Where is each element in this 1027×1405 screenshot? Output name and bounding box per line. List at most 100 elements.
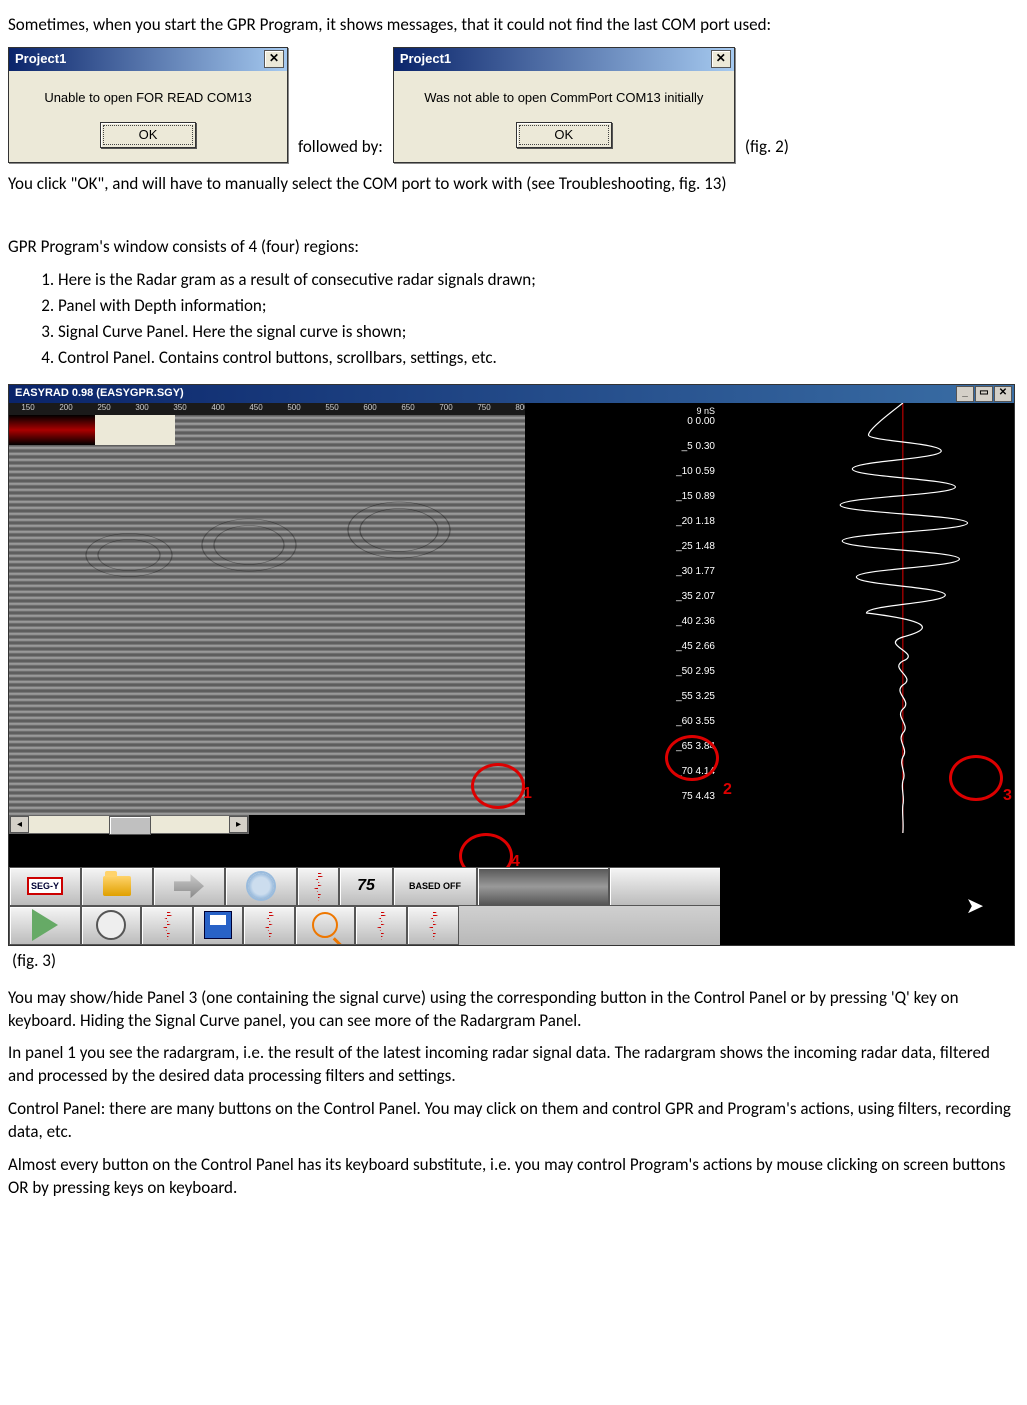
waveform-icon [418, 910, 448, 940]
segy-button[interactable]: SEG-Y [9, 867, 81, 906]
regions-intro: GPR Program's window consists of 4 (four… [8, 236, 1019, 259]
depth-tick: _15 0.89 [676, 490, 715, 504]
numeric-value[interactable]: 75 [339, 867, 393, 906]
ruler-tick: 650 [389, 403, 427, 415]
regions-list: Here is the Radar gram as a result of co… [8, 269, 1019, 370]
folder-icon [103, 876, 131, 896]
scroll-right-icon[interactable]: ▸ [229, 816, 248, 833]
control-panel-right: ➤ [720, 867, 1014, 945]
segy-icon: SEG-Y [27, 877, 63, 895]
depth-tick: 75 4.43 [682, 790, 715, 804]
fig-3-caption: (fig. 3) [12, 950, 1019, 973]
save-button[interactable] [193, 906, 243, 945]
annotation-circle-2 [665, 735, 719, 781]
list-item: Control Panel. Contains control buttons,… [58, 347, 1019, 370]
waveform-icon [303, 871, 333, 901]
ruler-tick: 700 [427, 403, 465, 415]
annotation-circle-3 [949, 755, 1003, 801]
ruler-tick: 250 [85, 403, 123, 415]
waveform-3-button[interactable] [243, 906, 295, 945]
gear-icon [246, 871, 276, 901]
annotation-circle-1 [471, 763, 525, 809]
depth-tick: _20 1.18 [676, 515, 715, 529]
waveform-icon [152, 910, 182, 940]
depth-tick: _55 3.25 [676, 690, 715, 704]
waveform-2-button[interactable] [141, 906, 193, 945]
scroll-left-icon[interactable]: ◂ [10, 816, 29, 833]
depth-tick: _35 2.07 [676, 590, 715, 604]
ruler-tick: 200 [47, 403, 85, 415]
para-keyboard: Almost every button on the Control Panel… [8, 1154, 1019, 1200]
radargram-topblock [95, 415, 175, 445]
annotation-label-1: 1 [523, 783, 532, 805]
depth-tick: 0 0.00 [687, 415, 715, 429]
settings-button[interactable] [225, 867, 297, 906]
radargram-panel[interactable] [9, 415, 525, 815]
waveform-button[interactable] [297, 867, 339, 906]
control-panel: SEG-Y 75 BASED OFF [9, 867, 1014, 945]
app-titlebar: EASYRAD 0.98 (EASYGPR.SGY) _ ▭ ✕ [9, 385, 1014, 403]
dialog-2-body: Was not able to open CommPort COM13 init… [394, 71, 734, 117]
fig-2-ref: (fig. 2) [745, 136, 789, 163]
depth-tick: _50 2.95 [676, 665, 715, 679]
after-dialogs-text: You click "OK", and will have to manuall… [8, 173, 1019, 196]
dialog-2-title: Project1 [400, 50, 451, 68]
intro-text: Sometimes, when you start the GPR Progra… [8, 14, 1019, 37]
zoom-button[interactable] [295, 906, 355, 945]
dialog-1-body: Unable to open FOR READ COM13 [9, 71, 287, 117]
depth-tick: _30 1.77 [676, 565, 715, 579]
dialog-1-title: Project1 [15, 50, 66, 68]
minimize-icon[interactable]: _ [956, 386, 974, 402]
list-item: Panel with Depth information; [58, 295, 1019, 318]
depth-tick: _10 0.59 [676, 465, 715, 479]
ruler-tick: 350 [161, 403, 199, 415]
plug-icon [174, 874, 204, 898]
scroll-thumb[interactable] [109, 816, 151, 835]
waveform-4-button[interactable] [355, 906, 407, 945]
radargram-corner [9, 415, 95, 445]
app-title: EASYRAD 0.98 (EASYGPR.SGY) [15, 386, 184, 401]
ruler-tick: 750 [465, 403, 503, 415]
para-show-hide: You may show/hide Panel 3 (one containin… [8, 987, 1019, 1033]
based-off-button[interactable]: BASED OFF [393, 867, 477, 906]
close-icon[interactable]: ✕ [264, 50, 284, 68]
open-folder-button[interactable] [81, 867, 153, 906]
waveform-icon [254, 910, 284, 940]
ruler-tick: 600 [351, 403, 389, 415]
connect-button[interactable] [153, 867, 225, 906]
ruler-tick: 500 [275, 403, 313, 415]
depth-tick: _40 2.36 [676, 615, 715, 629]
ruler-tick: 550 [313, 403, 351, 415]
ok-button[interactable]: OΚ [516, 122, 612, 148]
depth-tick: _45 2.66 [676, 640, 715, 654]
close-icon[interactable]: ✕ [711, 50, 731, 68]
ruler-tick: 150 [9, 403, 47, 415]
ruler-tick: 450 [237, 403, 275, 415]
waveform-5-button[interactable] [407, 906, 459, 945]
followed-by-text: followed by: [298, 136, 383, 163]
play-icon [32, 909, 58, 941]
para-radargram: In panel 1 you see the radargram, i.e. t… [8, 1042, 1019, 1088]
dialog-1: Project1 ✕ Unable to open FOR READ COM13… [8, 47, 288, 163]
list-item: Here is the Radar gram as a result of co… [58, 269, 1019, 292]
maximize-icon[interactable]: ▭ [975, 386, 993, 402]
depth-tick: _25 1.48 [676, 540, 715, 554]
para-control-panel: Control Panel: there are many buttons on… [8, 1098, 1019, 1144]
depth-tick: _5 0.30 [682, 440, 715, 454]
magnify-icon [312, 912, 338, 938]
record-button[interactable] [81, 906, 141, 945]
list-item: Signal Curve Panel. Here the signal curv… [58, 321, 1019, 344]
ruler-tick: 300 [123, 403, 161, 415]
circle-icon [96, 910, 126, 940]
dialog-2: Project1 ✕ Was not able to open CommPort… [393, 47, 735, 163]
save-icon [204, 911, 232, 939]
horizontal-scrollbar[interactable]: ◂ ▸ [9, 815, 249, 834]
panel-slot-1[interactable] [477, 867, 609, 906]
ok-button[interactable]: OK [100, 122, 196, 148]
annotation-label-2: 2 [723, 779, 732, 801]
ruler-tick: 400 [199, 403, 237, 415]
cursor-icon: ➤ [966, 891, 984, 921]
close-icon[interactable]: ✕ [994, 386, 1012, 402]
play-button[interactable] [9, 906, 81, 945]
waveform-icon [366, 910, 396, 940]
